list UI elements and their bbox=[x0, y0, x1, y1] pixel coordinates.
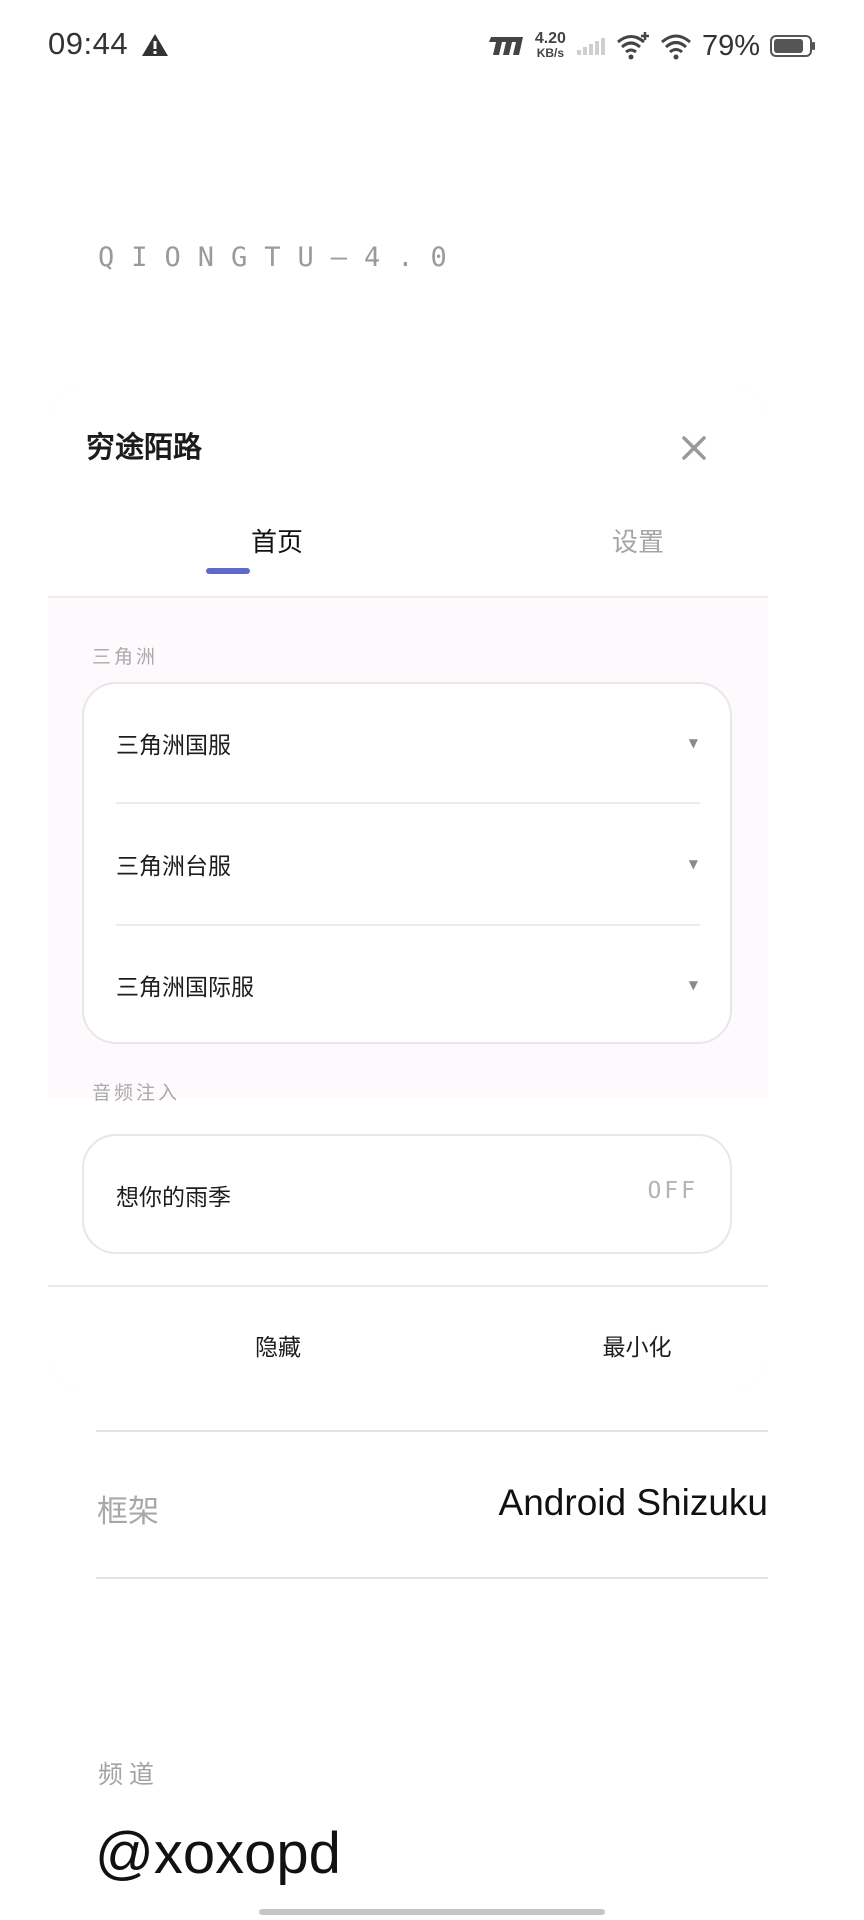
status-icons: 4.20 KB/s 79% bbox=[485, 26, 816, 66]
status-bar: 09:44 4.20 KB/s 79% bbox=[0, 0, 864, 96]
warning-icon bbox=[142, 34, 168, 56]
section-label-delta: 三角洲 bbox=[92, 646, 159, 668]
app-title: QIONGTU—4.0 bbox=[98, 242, 464, 273]
toggle-label: 想你的雨季 bbox=[116, 1185, 231, 1211]
channel-label: 频道 bbox=[98, 1760, 161, 1789]
hd-icon bbox=[488, 37, 523, 55]
select-label: 三角洲国际服 bbox=[116, 975, 254, 1001]
dialog-title: 穷途陌路 bbox=[86, 430, 203, 464]
close-icon bbox=[682, 436, 706, 460]
tab-settings[interactable]: 设置 bbox=[538, 522, 738, 559]
select-row-intl[interactable]: 三角洲国际服 ▼ bbox=[84, 926, 730, 1046]
minimize-button[interactable]: 最小化 bbox=[537, 1328, 737, 1362]
active-tab-indicator bbox=[206, 568, 250, 574]
row-divider bbox=[116, 802, 700, 804]
close-button[interactable] bbox=[676, 430, 712, 466]
select-row-cn[interactable]: 三角洲国服 ▼ bbox=[84, 684, 730, 804]
status-time: 09:44 bbox=[48, 26, 129, 61]
battery-percentage: 79% bbox=[701, 29, 760, 62]
hide-button[interactable]: 隐藏 bbox=[178, 1328, 378, 1362]
chevron-down-icon: ▼ bbox=[688, 978, 698, 992]
select-label: 三角洲国服 bbox=[116, 733, 231, 759]
divider bbox=[96, 1577, 768, 1579]
network-speed: 4.20 KB/s bbox=[534, 30, 566, 61]
toggle-state[interactable]: OFF bbox=[647, 1178, 698, 1204]
framework-value: Android Shizuku bbox=[498, 1482, 768, 1523]
chevron-down-icon: ▼ bbox=[688, 857, 698, 871]
channel-value: @xoxopd bbox=[95, 1821, 341, 1886]
select-row-tw[interactable]: 三角洲台服 ▼ bbox=[84, 805, 730, 925]
network-speed-value: 4.20 bbox=[534, 30, 566, 47]
signal-icon bbox=[576, 38, 605, 55]
network-speed-unit: KB/s bbox=[536, 46, 565, 60]
footer-divider bbox=[48, 1285, 768, 1287]
floating-dialog: 穷途陌路 首页 设置 三角洲 三角洲国服 ▼ 三角洲台服 ▼ 三角洲国际服 ▼ bbox=[48, 384, 768, 1392]
audio-toggle-card[interactable]: 想你的雨季 OFF bbox=[82, 1134, 732, 1254]
dialog-body: 三角洲 三角洲国服 ▼ 三角洲台服 ▼ 三角洲国际服 ▼ 音频注入 bbox=[48, 598, 768, 1104]
tab-home[interactable]: 首页 bbox=[177, 522, 377, 559]
divider bbox=[96, 1430, 768, 1432]
framework-label: 框架 bbox=[97, 1494, 159, 1530]
select-label: 三角洲台服 bbox=[116, 854, 231, 880]
chevron-down-icon: ▼ bbox=[688, 736, 698, 750]
wifi-icon bbox=[660, 34, 691, 60]
delta-server-card: 三角洲国服 ▼ 三角洲台服 ▼ 三角洲国际服 ▼ bbox=[82, 682, 732, 1044]
wifi-calling-icon bbox=[616, 32, 649, 60]
home-indicator[interactable] bbox=[259, 1909, 605, 1915]
section-label-audio: 音频注入 bbox=[92, 1082, 181, 1104]
battery-icon bbox=[770, 35, 815, 57]
